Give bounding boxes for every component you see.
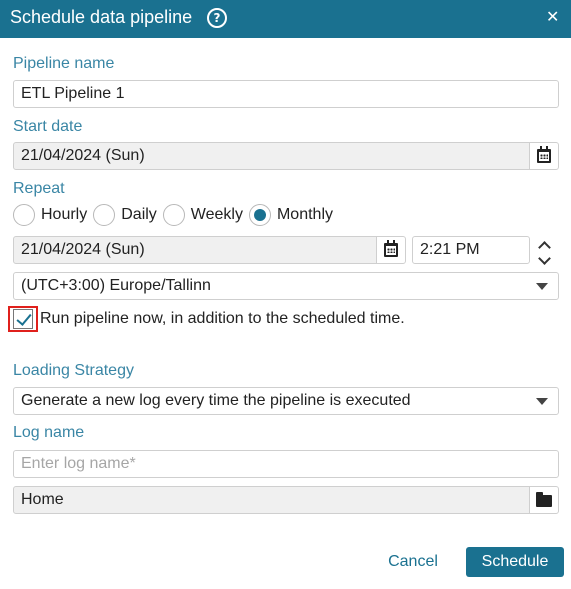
time-spinner[interactable]	[530, 236, 558, 265]
start-date-calendar-button[interactable]	[529, 143, 558, 169]
loading-strategy-label: Loading Strategy	[13, 362, 134, 379]
dropdown-caret-icon	[536, 283, 548, 290]
radio-label: Weekly	[190, 206, 243, 223]
radio-circle-icon	[93, 204, 116, 226]
chevron-down-icon[interactable]	[537, 251, 551, 265]
loading-strategy-select[interactable]: Generate a new log every time the pipeli…	[13, 387, 559, 415]
timezone-value: (UTC+3:00) Europe/Tallinn	[21, 277, 211, 294]
cancel-button[interactable]: Cancel	[381, 549, 445, 575]
repeat-radio-daily[interactable]: Daily	[93, 204, 157, 226]
timezone-select[interactable]: (UTC+3:00) Europe/Tallinn	[13, 272, 559, 300]
start-date-value: 21/04/2024 (Sun)	[21, 147, 145, 164]
repeat-radio-group: Hourly Daily Weekly Monthly	[13, 203, 339, 227]
log-location-field[interactable]: Home	[13, 486, 559, 514]
repeat-date-calendar-button[interactable]	[376, 237, 405, 263]
dropdown-caret-icon	[536, 398, 548, 405]
loading-strategy-value: Generate a new log every time the pipeli…	[21, 392, 411, 409]
log-name-label: Log name	[13, 424, 85, 441]
repeat-date-input[interactable]: 21/04/2024 (Sun)	[13, 236, 406, 264]
dialog-title: Schedule data pipeline	[10, 7, 193, 27]
repeat-label: Repeat	[13, 180, 65, 197]
folder-icon	[536, 492, 552, 507]
run-now-checkbox[interactable]	[13, 309, 33, 329]
log-location-value: Home	[21, 491, 64, 508]
radio-selected-icon	[248, 204, 271, 226]
run-now-checkbox-highlight[interactable]	[8, 306, 38, 332]
browse-folder-button[interactable]	[529, 487, 558, 513]
radio-circle-icon	[162, 204, 185, 226]
radio-circle-icon	[13, 204, 35, 226]
calendar-icon	[384, 240, 398, 257]
dialog-titlebar: Schedule data pipeline ? ✕	[0, 0, 571, 38]
start-date-input[interactable]: 21/04/2024 (Sun)	[13, 142, 559, 170]
pipeline-name-label: Pipeline name	[13, 55, 115, 72]
repeat-time-input[interactable]: 2:21 PM	[412, 236, 530, 264]
pipeline-name-input[interactable]: ETL Pipeline 1	[13, 80, 559, 108]
close-icon[interactable]: ✕	[546, 7, 559, 27]
log-name-input[interactable]: Enter log name*	[13, 450, 559, 478]
radio-label: Daily	[121, 206, 157, 223]
radio-label: Monthly	[276, 206, 333, 223]
radio-label: Hourly	[41, 206, 88, 223]
repeat-radio-weekly[interactable]: Weekly	[162, 204, 243, 226]
question-circle-icon[interactable]: ?	[207, 8, 227, 28]
repeat-date-value: 21/04/2024 (Sun)	[21, 241, 145, 258]
repeat-radio-hourly[interactable]: Hourly	[13, 204, 87, 226]
start-date-label: Start date	[13, 118, 83, 135]
repeat-radio-monthly[interactable]: Monthly	[248, 204, 333, 226]
run-now-label: Run pipeline now, in addition to the sch…	[40, 310, 405, 327]
schedule-button[interactable]: Schedule	[466, 547, 564, 577]
calendar-icon	[537, 146, 551, 163]
